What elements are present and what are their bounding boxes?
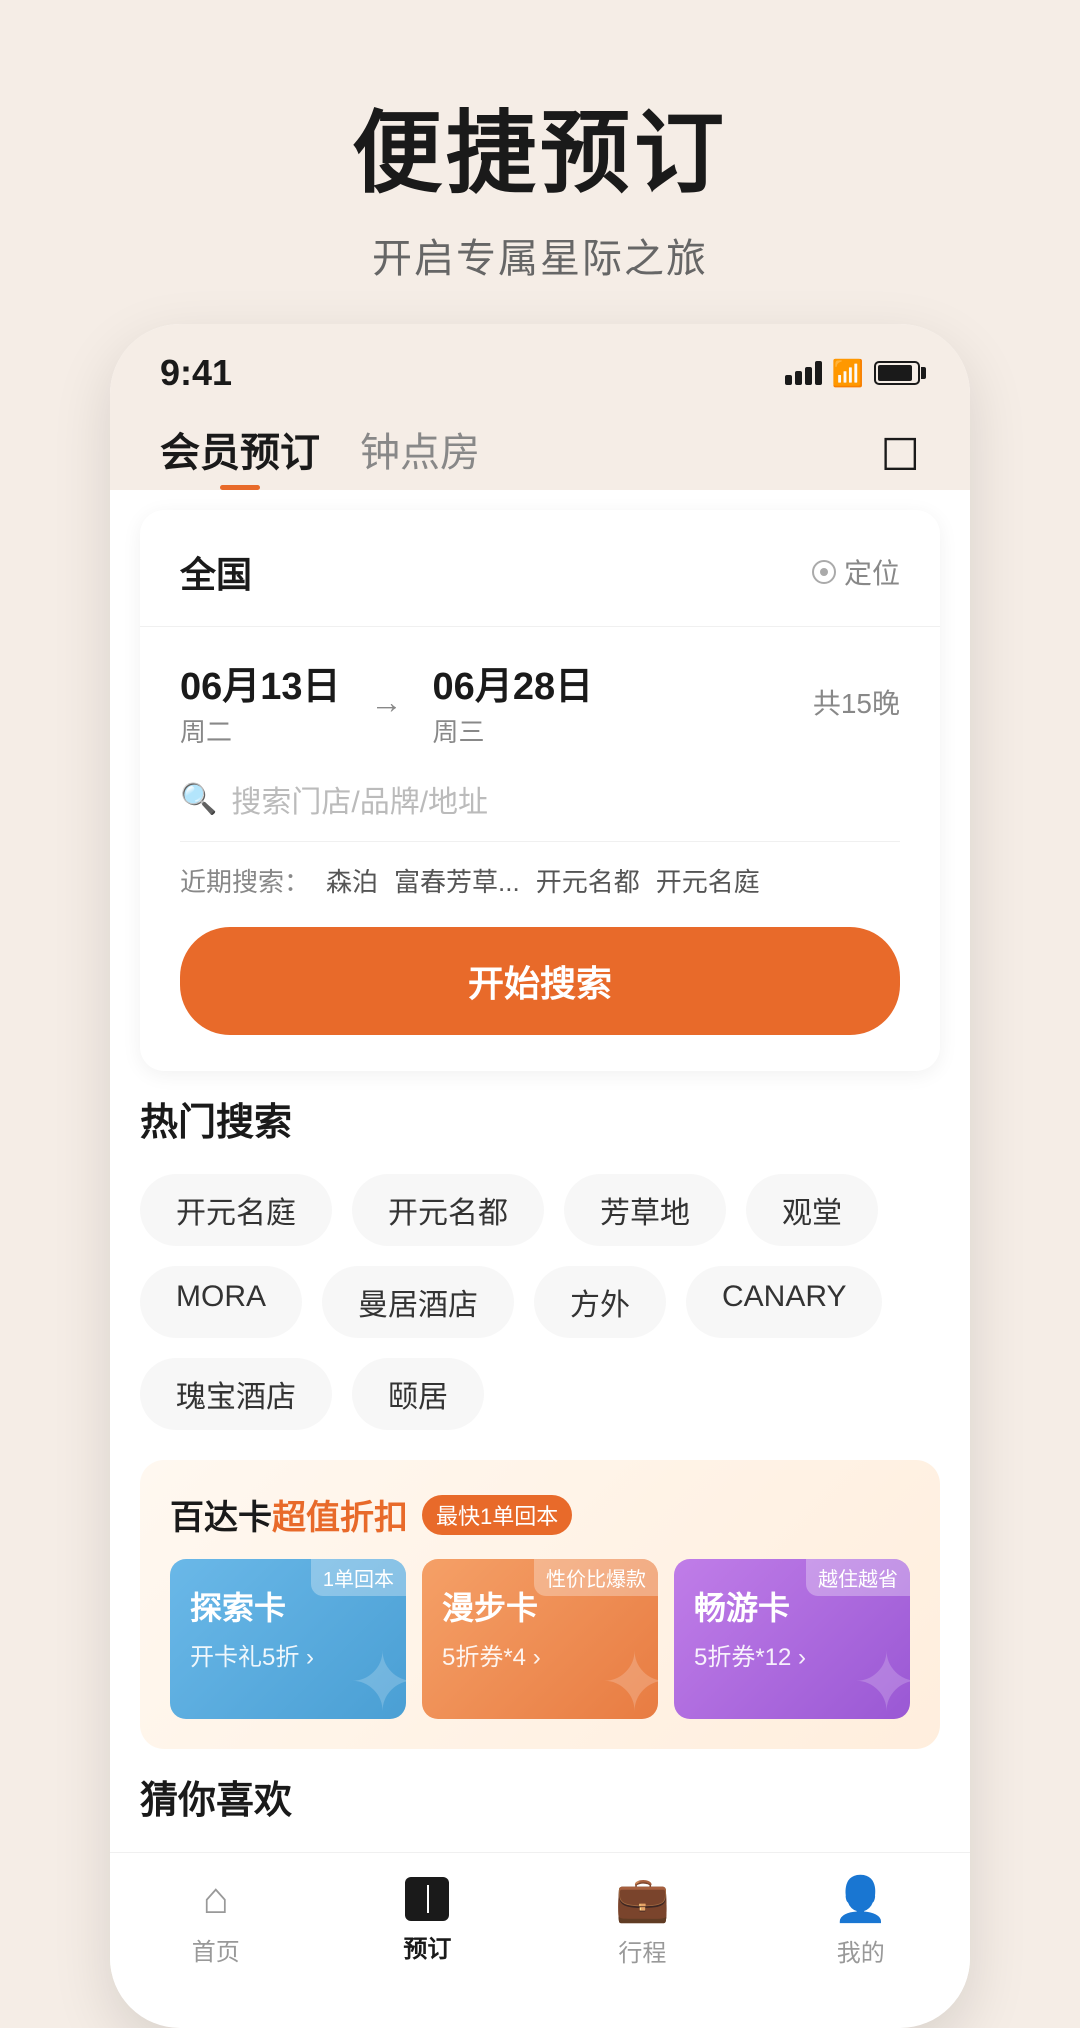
baidaka-header: 百达卡超值折扣 最快1单回本 <box>170 1490 910 1539</box>
nav-profile[interactable]: 👤 我的 <box>833 1873 888 1968</box>
nav-booking-label: 预订 <box>403 1929 451 1964</box>
location-dot-icon <box>812 560 836 584</box>
hot-tag-9[interactable]: 颐居 <box>352 1358 484 1430</box>
date-end-day: 周三 <box>433 712 594 749</box>
walk-card[interactable]: 性价比爆款 漫步卡 5折券*4 › ✦ <box>422 1559 658 1719</box>
baidaka-highlight: 超值折扣 <box>272 1499 408 1537</box>
battery-icon <box>874 361 920 385</box>
top-nav: 会员预订 钟点房 ☐ <box>110 404 970 490</box>
hot-tag-1[interactable]: 开元名都 <box>352 1174 544 1246</box>
hot-tag-8[interactable]: 瑰宝酒店 <box>140 1358 332 1430</box>
location-btn-label: 定位 <box>844 552 900 592</box>
date-end: 06月28日 <box>433 655 594 710</box>
nav-trip-label: 行程 <box>618 1933 666 1968</box>
user-icon: 👤 <box>833 1873 888 1925</box>
cards-row: 1单回本 探索卡 开卡礼5折 › ✦ 性价比爆款 漫步卡 5折券*4 › ✦ 越… <box>170 1559 910 1719</box>
guess-title: 猜你喜欢 <box>140 1769 940 1824</box>
hot-search-title: 热门搜索 <box>140 1091 940 1146</box>
status-icons: 📶 <box>785 358 920 389</box>
nav-home[interactable]: ⌂ 首页 <box>192 1874 240 1967</box>
date-start-block: 06月13日 周二 <box>180 655 341 749</box>
explore-card[interactable]: 1单回本 探索卡 开卡礼5折 › ✦ <box>170 1559 406 1719</box>
wifi-icon: 📶 <box>832 358 864 389</box>
walk-card-tag: 性价比爆款 <box>534 1559 658 1596</box>
recent-tag-2[interactable]: 开元名都 <box>536 862 640 899</box>
hot-tag-0[interactable]: 开元名庭 <box>140 1174 332 1246</box>
date-arrow-icon: → <box>371 684 403 721</box>
hot-search-section: 热门搜索 开元名庭 开元名都 芳草地 观堂 MORA 曼居酒店 方外 CANAR… <box>110 1091 970 1430</box>
phone-mockup: 9:41 📶 会员预订 钟点房 ☐ 全国 定位 <box>110 324 970 2028</box>
hot-tag-4[interactable]: MORA <box>140 1266 302 1338</box>
tab-hourly-room[interactable]: 钟点房 <box>360 420 480 490</box>
status-bar: 9:41 📶 <box>110 324 970 404</box>
page-subtitle: 开启专属星际之旅 <box>352 226 728 284</box>
nav-home-label: 首页 <box>192 1932 240 1967</box>
guess-section: 猜你喜欢 <box>110 1769 970 1824</box>
book-icon <box>405 1877 449 1921</box>
explore-card-bg: ✦ <box>349 1636 406 1719</box>
baidaka-badge: 最快1单回本 <box>422 1495 572 1535</box>
page-header: 便捷预订 开启专属星际之旅 <box>352 0 728 324</box>
tab-member-booking[interactable]: 会员预订 <box>160 420 320 490</box>
nav-profile-label: 我的 <box>837 1933 885 1968</box>
baidaka-title: 百达卡超值折扣 <box>170 1490 408 1539</box>
travel-card-tag: 越住越省 <box>806 1559 910 1596</box>
location-button[interactable]: 定位 <box>812 552 900 592</box>
date-row[interactable]: 06月13日 周二 → 06月28日 周三 共15晚 <box>180 655 900 749</box>
nav-booking[interactable]: 预订 <box>403 1877 451 1964</box>
recent-tag-3[interactable]: 开元名庭 <box>656 862 760 899</box>
location-text[interactable]: 全国 <box>180 546 252 598</box>
hot-tag-5[interactable]: 曼居酒店 <box>322 1266 514 1338</box>
date-start-day: 周二 <box>180 712 341 749</box>
hot-tag-2[interactable]: 芳草地 <box>564 1174 726 1246</box>
search-input-row[interactable]: 🔍 搜索门店/品牌/地址 <box>180 777 900 842</box>
search-card: 全国 定位 06月13日 周二 → 06月28日 周三 共15晚 🔍 搜索门店/… <box>140 510 940 1071</box>
page-title: 便捷预订 <box>352 80 728 210</box>
status-time: 9:41 <box>160 352 232 394</box>
signal-icon <box>785 361 822 385</box>
bottom-nav: ⌂ 首页 预订 💼 行程 👤 我的 <box>110 1852 970 1998</box>
search-button[interactable]: 开始搜索 <box>180 927 900 1035</box>
recent-label: 近期搜索： <box>180 862 310 899</box>
location-row: 全国 定位 <box>180 546 900 598</box>
nav-trip[interactable]: 💼 行程 <box>615 1873 670 1968</box>
home-icon: ⌂ <box>203 1874 230 1924</box>
hot-tag-7[interactable]: CANARY <box>686 1266 882 1338</box>
recent-tag-1[interactable]: 富春芳草... <box>394 862 520 899</box>
date-start: 06月13日 <box>180 655 341 710</box>
explore-card-tag: 1单回本 <box>311 1559 406 1596</box>
hot-tag-3[interactable]: 观堂 <box>746 1174 878 1246</box>
trip-icon: 💼 <box>615 1873 670 1925</box>
hot-tags-grid: 开元名庭 开元名都 芳草地 观堂 MORA 曼居酒店 方外 CANARY 瑰宝酒… <box>140 1174 940 1430</box>
date-end-block: 06月28日 周三 <box>433 655 594 749</box>
search-icon: 🔍 <box>180 782 217 817</box>
divider <box>140 626 940 627</box>
travel-card[interactable]: 越住越省 畅游卡 5折券*12 › ✦ <box>674 1559 910 1719</box>
walk-card-bg: ✦ <box>601 1636 658 1719</box>
qr-scan-icon[interactable]: ☐ <box>881 430 920 481</box>
nights-count: 共15晚 <box>813 682 900 722</box>
hot-tag-6[interactable]: 方外 <box>534 1266 666 1338</box>
recent-tag-0[interactable]: 森泊 <box>326 862 378 899</box>
travel-card-bg: ✦ <box>853 1636 910 1719</box>
search-placeholder: 搜索门店/品牌/地址 <box>231 777 488 821</box>
baidaka-card: 百达卡超值折扣 最快1单回本 1单回本 探索卡 开卡礼5折 › ✦ 性价比爆款 … <box>140 1460 940 1749</box>
recent-searches: 近期搜索： 森泊 富春芳草... 开元名都 开元名庭 <box>180 862 900 899</box>
